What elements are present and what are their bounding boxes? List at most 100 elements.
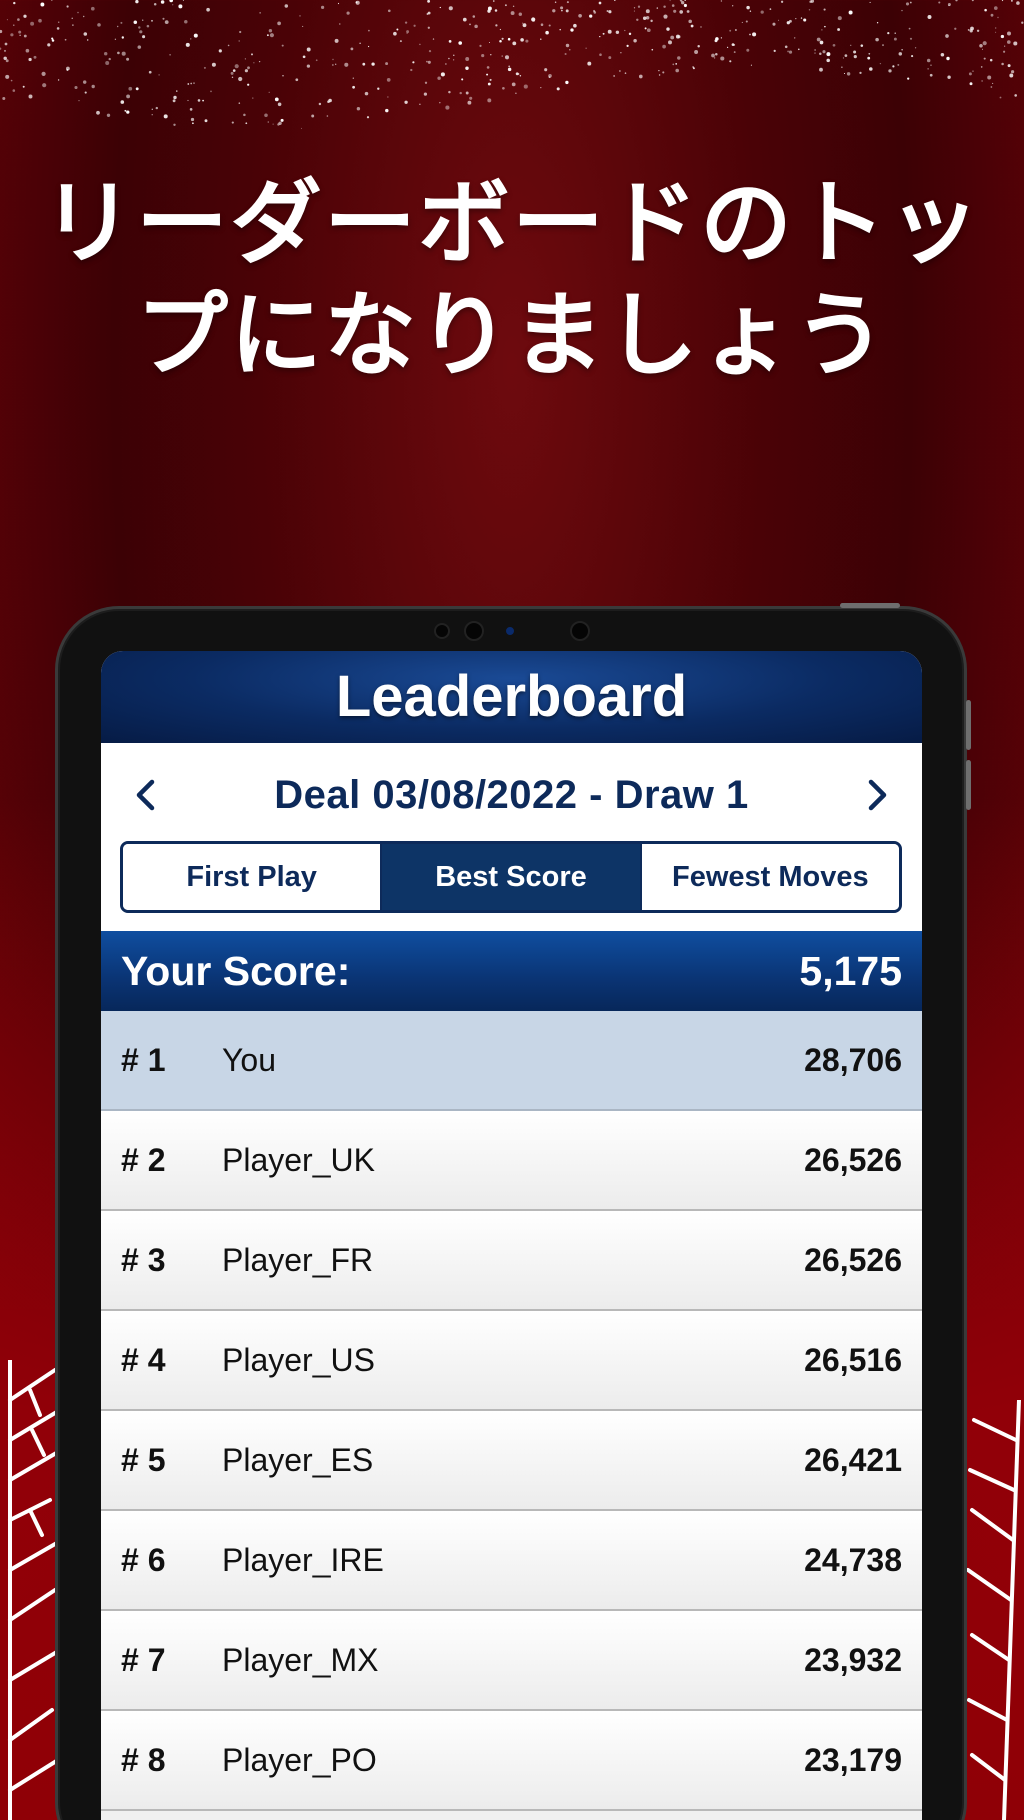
snow-speck [77,11,79,14]
snow-speck [251,53,253,56]
snow-speck [901,49,903,51]
snow-speck [245,122,248,125]
snow-speck [901,9,903,12]
snow-speck [945,34,949,38]
snow-speck [13,24,15,26]
snow-speck [675,63,678,65]
snow-speck [929,73,933,77]
snow-speck [844,54,848,57]
snow-speck [458,41,463,45]
snow-speck [841,66,843,68]
deal-panel: Deal 03/08/2022 - Draw 1 First Play Best… [101,743,922,931]
snow-speck [733,51,736,54]
next-deal-button[interactable] [858,775,898,815]
snow-speck [556,87,560,91]
snow-speck [268,91,270,93]
snow-speck [387,9,391,13]
snow-speck [247,66,250,70]
snow-speck [892,65,895,68]
leaderboard-row[interactable]: # 7 Player_MX 23,932 [101,1611,922,1711]
snow-speck [504,55,510,60]
snow-speck [803,18,807,22]
leaderboard-row[interactable]: # 5 Player_ES 26,421 [101,1411,922,1511]
snow-speck [824,25,826,28]
snow-speck [280,118,284,122]
snow-speck [573,23,577,28]
snow-speck [999,96,1002,99]
snow-speck [848,10,853,15]
leaderboard-row[interactable]: # 1 You 28,706 [101,1011,922,1111]
snow-speck [472,15,476,18]
snow-speck [608,56,612,60]
snow-speck [525,39,529,43]
snow-speck [151,114,153,116]
snow-speck [332,64,334,66]
previous-deal-button[interactable] [125,775,165,815]
tab-fewest-moves[interactable]: Fewest Moves [639,844,899,910]
leaderboard-title: Leaderboard [101,651,922,743]
snow-speck [976,29,980,32]
snow-speck [137,45,142,49]
snow-speck [1000,34,1005,39]
snow-speck [619,70,621,72]
tab-first-play[interactable]: First Play [123,844,381,910]
snow-speck [448,6,453,11]
snow-speck [281,44,284,47]
snow-speck [445,105,450,110]
snow-speck [989,58,993,62]
snow-speck [253,62,255,64]
snow-speck [423,92,428,96]
snow-speck [545,30,549,35]
snow-speck [589,14,593,18]
leaderboard-row[interactable]: # 4 Player_US 26,516 [101,1311,922,1411]
player-name: Player_US [222,1341,375,1378]
snow-speck [512,41,517,46]
snow-speck [277,21,281,26]
headline: リーダーボードのトッ プになりましょう [0,168,1024,392]
snow-speck [337,2,340,5]
snow-speck [888,69,892,73]
snow-speck [658,74,661,76]
player-score: 26,516 [804,1341,902,1378]
leaderboard-row[interactable]: # 8 Player_PO 23,179 [101,1711,922,1811]
snow-speck [169,53,171,56]
snow-speck [126,94,131,99]
snow-speck [909,1,912,4]
snow-speck [4,42,8,46]
leaderboard-row[interactable]: # 6 Player_IRE 24,738 [101,1511,922,1611]
leaderboard-row[interactable]: # 2 Player_UK 26,526 [101,1111,922,1211]
snow-speck [412,61,415,64]
player-name: Player_PO [222,1741,377,1778]
snow-speck [822,50,826,54]
snow-speck [606,10,609,12]
snow-speck [637,5,641,8]
snow-speck [517,73,520,75]
snow-speck [837,16,842,21]
snow-speck [515,92,517,95]
snow-speck [182,0,184,1]
snow-speck [282,75,284,77]
player-score: 24,738 [804,1541,902,1578]
snow-speck [238,102,241,104]
snow-speck [318,102,322,106]
snow-speck [426,60,428,63]
snow-speck [274,97,279,102]
snow-speck [139,30,143,34]
snow-speck [238,76,243,82]
snow-speck [602,32,605,35]
snow-speck [495,24,498,27]
snow-speck [816,37,821,42]
snow-speck [5,74,10,79]
leaderboard-list: # 1 You 28,706 # 2 Player_UK 26,526 # 3 … [101,1011,922,1811]
snow-speck [25,48,30,53]
snow-speck [30,21,35,26]
tab-best-score[interactable]: Best Score [380,844,640,910]
player-score: 26,421 [804,1441,902,1478]
snow-speck [187,83,190,85]
snow-speck [540,38,542,40]
leaderboard-row[interactable]: # 3 Player_FR 26,526 [101,1211,922,1311]
snow-speck [565,43,570,48]
snow-speck [968,72,972,76]
snow-speck [979,44,983,48]
snow-speck [22,85,25,88]
